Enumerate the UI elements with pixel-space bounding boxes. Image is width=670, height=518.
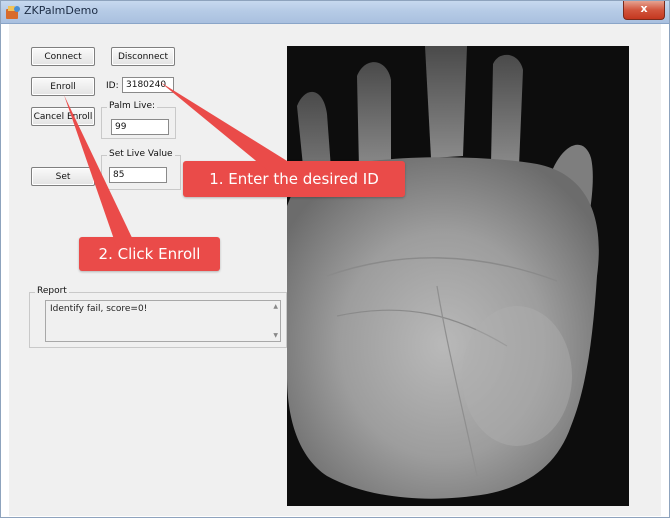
enroll-button[interactable]: Enroll [31,77,95,96]
annotation-enter-id: 1. Enter the desired ID [183,161,405,197]
annotation-click-enroll: 2. Click Enroll [79,237,220,271]
id-label: ID: [106,81,119,91]
disconnect-button[interactable]: Disconnect [111,47,175,66]
close-icon: x [640,2,648,15]
set-live-label: Set Live Value [107,149,175,159]
report-text: Identify fail, score=0! [50,304,148,314]
palm-image-view [287,46,629,506]
set-live-input[interactable]: 85 [109,167,167,183]
scroll-up-icon[interactable]: ▲ [273,303,278,310]
report-textbox[interactable]: Identify fail, score=0! ▲ ▼ [45,300,281,342]
palm-app-icon [6,6,20,19]
connect-button[interactable]: Connect [31,47,95,66]
title-bar[interactable]: ZKPalmDemo x [1,1,669,24]
id-input[interactable]: 3180240 [122,77,174,93]
palm-live-field: 99 [111,119,169,135]
scroll-down-icon[interactable]: ▼ [273,332,278,339]
cancel-enroll-button[interactable]: Cancel Enroll [31,107,95,126]
window-title: ZKPalmDemo [24,4,99,17]
set-button[interactable]: Set [31,167,95,186]
palm-live-label: Palm Live: [107,101,158,111]
palm-image [287,46,629,506]
close-button[interactable]: x [623,1,665,20]
report-label: Report [35,286,69,296]
